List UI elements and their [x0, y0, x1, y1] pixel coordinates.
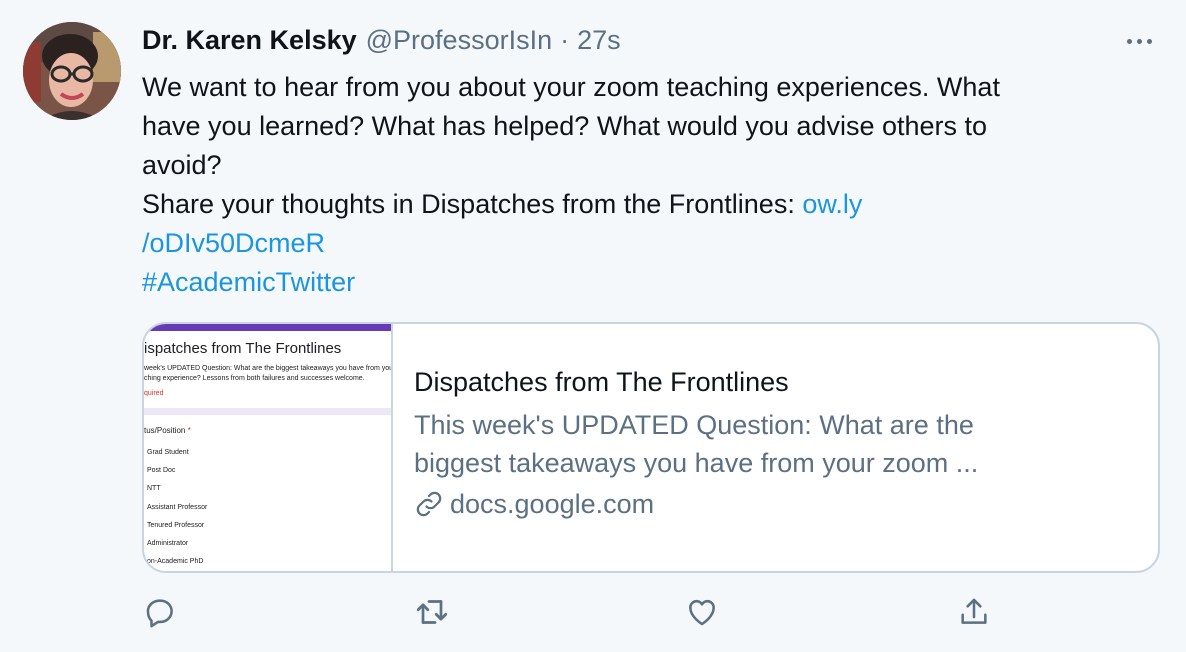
more-icon[interactable]	[1122, 28, 1156, 54]
share-text: Share your thoughts in Dispatches from t…	[142, 189, 803, 219]
tweet-link[interactable]: ow.ly	[802, 189, 862, 219]
tweet-timestamp[interactable]: 27s	[577, 25, 621, 56]
card-title: Dispatches from The Frontlines	[414, 367, 789, 397]
card-description-line: biggest takeaways you have from your zoo…	[414, 448, 979, 478]
thumbnail-option: Tenured Professor	[147, 522, 205, 529]
thumbnail-desc-line: ching experience? Lessons from both fail…	[144, 375, 365, 382]
card-description: This week's UPDATED Question: What are t…	[414, 406, 1134, 482]
thumbnail-option: on-Academic PhD	[147, 558, 204, 565]
thumbnail-desc-line: week's UPDATED Question: What are the bi…	[144, 365, 393, 372]
tweet-text-line: We want to hear from you about your zoom…	[142, 72, 1000, 102]
hashtag-link[interactable]: #AcademicTwitter	[142, 263, 1142, 302]
tweet-actions	[0, 592, 1186, 632]
separator-dot: ·	[560, 25, 570, 55]
thumbnail-divider	[144, 408, 391, 415]
card-domain: docs.google.com	[414, 486, 1134, 522]
thumbnail-form-description: week's UPDATED Question: What are the bi…	[144, 364, 393, 384]
thumbnail-option: NTT	[147, 485, 161, 492]
avatar-photo	[23, 22, 121, 120]
tweet-header: Dr. Karen Kelsky @ProfessorIsIn · 27s	[142, 25, 621, 61]
tweet[interactable]: Dr. Karen Kelsky @ProfessorIsIn · 27s We…	[0, 0, 1186, 652]
tweet-text: We want to hear from you about your zoom…	[142, 68, 1142, 302]
thumbnail-question: tus/Position *	[144, 426, 191, 435]
card-description-line: This week's UPDATED Question: What are t…	[414, 410, 974, 440]
link-icon	[416, 491, 442, 517]
avatar[interactable]	[23, 22, 121, 120]
thumbnail-option: Assistant Professor	[147, 504, 208, 511]
author-name[interactable]: Dr. Karen Kelsky	[142, 25, 357, 56]
form-accent-bar	[144, 324, 391, 331]
like-icon[interactable]	[682, 592, 722, 632]
card-thumbnail: ispatches from The Frontlines week's UPD…	[144, 324, 393, 571]
thumbnail-option: Post Doc	[147, 467, 176, 474]
tweet-text-line: avoid?	[142, 150, 222, 180]
tweet-text-line: have you learned? What has helped? What …	[142, 111, 988, 141]
required-star: *	[187, 426, 191, 435]
thumbnail-question-label: tus/Position	[144, 426, 186, 435]
tweet-link-continued[interactable]: /oDIv50DcmeR	[142, 224, 1142, 263]
tweet-share-line: Share your thoughts in Dispatches from t…	[142, 185, 1142, 224]
author-handle[interactable]: @ProfessorIsIn	[366, 25, 552, 56]
card-info: Dispatches from The Frontlines This week…	[414, 364, 1134, 522]
link-preview-card[interactable]: ispatches from The Frontlines week's UPD…	[142, 322, 1160, 573]
thumbnail-required-note: quired	[144, 390, 164, 397]
thumbnail-form-title: ispatches from The Frontlines	[144, 340, 342, 357]
card-domain-text: docs.google.com	[450, 489, 655, 519]
share-icon[interactable]	[954, 592, 994, 632]
reply-icon[interactable]	[140, 592, 180, 632]
retweet-icon[interactable]	[412, 592, 452, 632]
thumbnail-option: Grad Student	[147, 449, 189, 456]
thumbnail-option: Administrator	[147, 540, 189, 547]
